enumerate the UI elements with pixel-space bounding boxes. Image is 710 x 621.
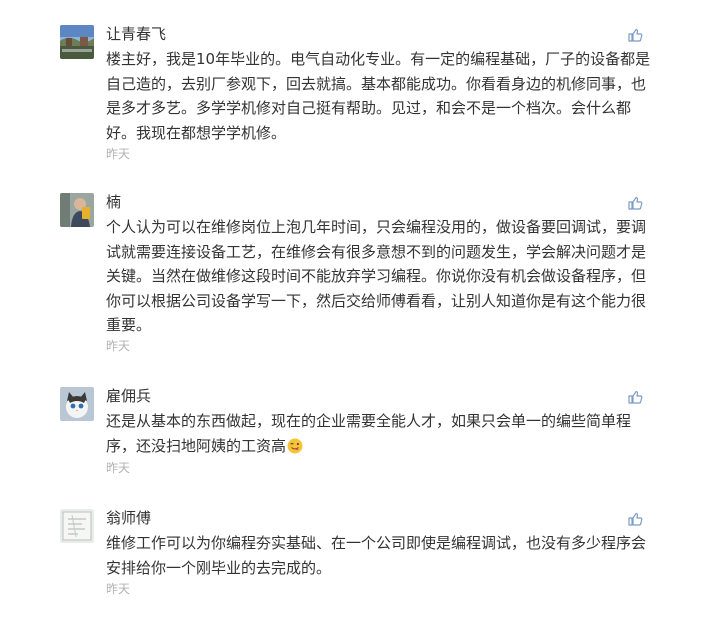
comment-text: 维修工作可以为你编程夯实基础、在一个公司即使是编程调试，也没有多少程序会安排给你… xyxy=(106,534,647,577)
comment-text: 个人认为可以在维修岗位上泡几年时间，只会编程没用的，做设备要回调试，要调试就需要… xyxy=(106,218,647,334)
winking-tongue-emoji-icon xyxy=(287,438,303,453)
comment-author[interactable]: 让青春飞 xyxy=(106,25,166,43)
comment-author[interactable]: 翁师傅 xyxy=(106,509,151,527)
thumbs-up-icon[interactable] xyxy=(627,27,643,43)
avatar[interactable] xyxy=(60,509,94,543)
comment-text: 还是从基本的东西做起，现在的企业需要全能人才，如果只会单一的编些简单程序，还没扫… xyxy=(106,409,658,458)
cat-photo-avatar-icon xyxy=(60,387,94,421)
comment-text: 楼主好，我是10年毕业的。电气自动化专业。有一定的编程基础，厂子的设备都是自己造… xyxy=(106,50,651,142)
avatar[interactable] xyxy=(60,193,94,227)
thumbs-up-icon[interactable] xyxy=(627,195,643,211)
comment-text-body: 还是从基本的东西做起，现在的企业需要全能人才，如果只会单一的编些简单程序，还没扫… xyxy=(106,412,632,455)
sketch-photo-avatar-icon xyxy=(60,509,94,543)
comment-time: 昨天 xyxy=(106,339,131,353)
avatar[interactable] xyxy=(60,25,94,59)
thumbs-up-icon[interactable] xyxy=(627,511,643,527)
person-photo-avatar-icon xyxy=(60,193,94,227)
comment-author[interactable]: 雇佣兵 xyxy=(106,387,151,405)
landscape-photo-avatar-icon xyxy=(60,25,94,59)
comment-author[interactable]: 楠 xyxy=(106,193,121,211)
comment-time: 昨天 xyxy=(106,147,131,161)
comment-time: 昨天 xyxy=(106,461,131,475)
comment-time: 昨天 xyxy=(106,582,131,596)
avatar[interactable] xyxy=(60,387,94,421)
thumbs-up-icon[interactable] xyxy=(627,389,643,405)
